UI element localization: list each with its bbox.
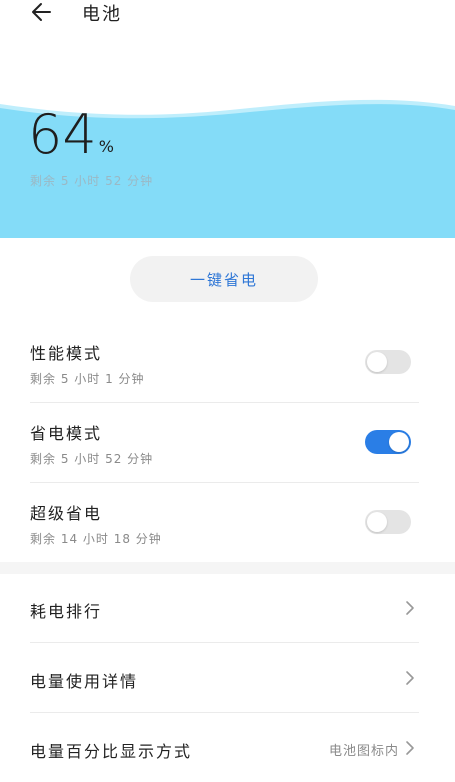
one-key-power-save-button[interactable]: 一键省电	[130, 256, 318, 302]
nav-row-usage-details[interactable]: 电量使用详情	[0, 644, 455, 714]
nav-row-consumption-ranking[interactable]: 耗电排行	[0, 574, 455, 644]
chevron-right-icon	[406, 601, 414, 615]
divider	[30, 482, 419, 483]
toggle-knob	[367, 352, 387, 372]
mode-subtitle: 剩余 14 小时 18 分钟	[30, 532, 162, 546]
mode-subtitle: 剩余 5 小时 52 分钟	[30, 452, 154, 466]
performance-mode-toggle[interactable]	[365, 350, 411, 374]
nav-label: 电量百分比显示方式	[30, 742, 193, 761]
mode-title: 超级省电	[30, 504, 103, 523]
section-divider	[0, 562, 455, 574]
page-title: 电池	[82, 4, 122, 25]
divider	[30, 712, 419, 713]
nav-row-percentage-display[interactable]: 电量百分比显示方式 电池图标内	[0, 714, 455, 782]
battery-percent-value: 64	[28, 103, 97, 166]
divider	[30, 402, 419, 403]
mode-row-super-save: 超级省电 剩余 14 小时 18 分钟	[0, 490, 455, 570]
toggle-knob	[367, 512, 387, 532]
power-save-mode-toggle[interactable]	[365, 430, 411, 454]
nav-value: 电池图标内	[328, 744, 399, 759]
top-bar: 电池	[0, 0, 455, 36]
mode-subtitle: 剩余 5 小时 1 分钟	[30, 372, 145, 386]
chevron-right-icon	[406, 741, 414, 755]
toggle-knob	[389, 432, 409, 452]
nav-label: 耗电排行	[30, 602, 103, 621]
battery-level-panel: 64 % 剩余 5 小时 52 分钟	[0, 96, 455, 238]
battery-percent: 64 %	[28, 108, 114, 162]
battery-percent-unit: %	[98, 137, 114, 156]
divider	[30, 642, 419, 643]
back-button[interactable]	[28, 0, 58, 28]
super-power-save-toggle[interactable]	[365, 510, 411, 534]
chevron-right-icon	[406, 671, 414, 685]
mode-row-power-save: 省电模式 剩余 5 小时 52 分钟	[0, 410, 455, 490]
mode-title: 省电模式	[30, 424, 103, 443]
nav-label: 电量使用详情	[30, 672, 139, 691]
mode-title: 性能模式	[30, 344, 103, 363]
back-arrow-icon	[32, 3, 51, 21]
mode-row-performance: 性能模式 剩余 5 小时 1 分钟	[0, 330, 455, 410]
battery-remaining-time: 剩余 5 小时 52 分钟	[30, 174, 154, 188]
